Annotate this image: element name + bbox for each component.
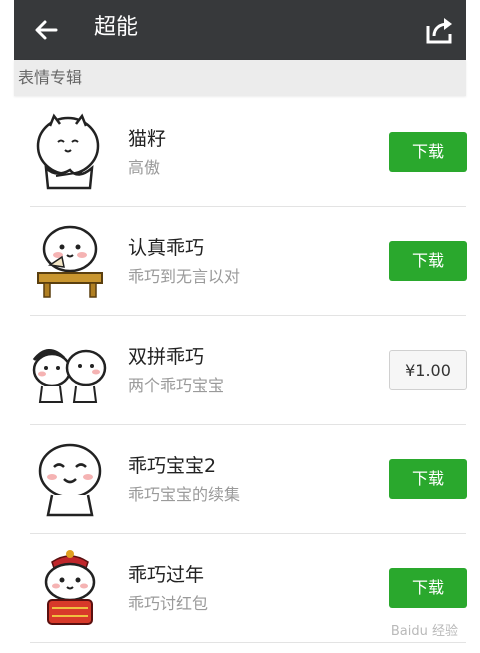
item-title: 乖巧过年 [128, 564, 205, 586]
arrow-left-icon[interactable] [32, 16, 60, 44]
item-subtitle: 乖巧讨红包 [128, 594, 209, 613]
top-bar: 超能 [14, 0, 466, 60]
download-button[interactable]: 下载 [389, 132, 467, 172]
watermark: Baidu 经验 [390, 624, 458, 639]
price-button[interactable]: ¥1.00 [389, 350, 467, 390]
page-title: 超能 [94, 15, 139, 40]
item-title: 乖巧宝宝2 [128, 455, 217, 477]
list-item[interactable]: 双拼乖巧 两个乖巧宝宝 ¥1.00 [14, 316, 467, 425]
cat-sticker [36, 113, 100, 190]
item-subtitle: 高傲 [128, 158, 161, 177]
section-header: 表情专辑 [14, 60, 466, 96]
item-subtitle: 乖巧到无言以对 [128, 267, 241, 286]
item-subtitle: 两个乖巧宝宝 [128, 376, 225, 395]
twins-sticker [32, 349, 107, 403]
list-item[interactable]: 乖巧宝宝2 乖巧宝宝的续集 下载 [14, 425, 467, 534]
item-title: 猫籽 [128, 128, 167, 150]
item-subtitle: 乖巧宝宝的续集 [128, 485, 241, 504]
download-button[interactable]: 下载 [389, 241, 467, 281]
download-button[interactable]: 下载 [389, 459, 467, 499]
download-button[interactable]: 下载 [389, 568, 467, 608]
divider [30, 642, 466, 643]
item-title: 认真乖巧 [128, 237, 205, 259]
list-item[interactable]: 猫籽 高傲 下载 [14, 98, 467, 207]
new-year-sticker [44, 550, 96, 625]
section-title: 表情专辑 [18, 68, 83, 87]
list-item[interactable]: 认真乖巧 乖巧到无言以对 下载 [14, 207, 467, 316]
item-title: 双拼乖巧 [128, 346, 205, 368]
smiling-baby-sticker [38, 443, 102, 517]
share-icon[interactable] [424, 14, 456, 46]
fan-desk-sticker [37, 225, 103, 298]
